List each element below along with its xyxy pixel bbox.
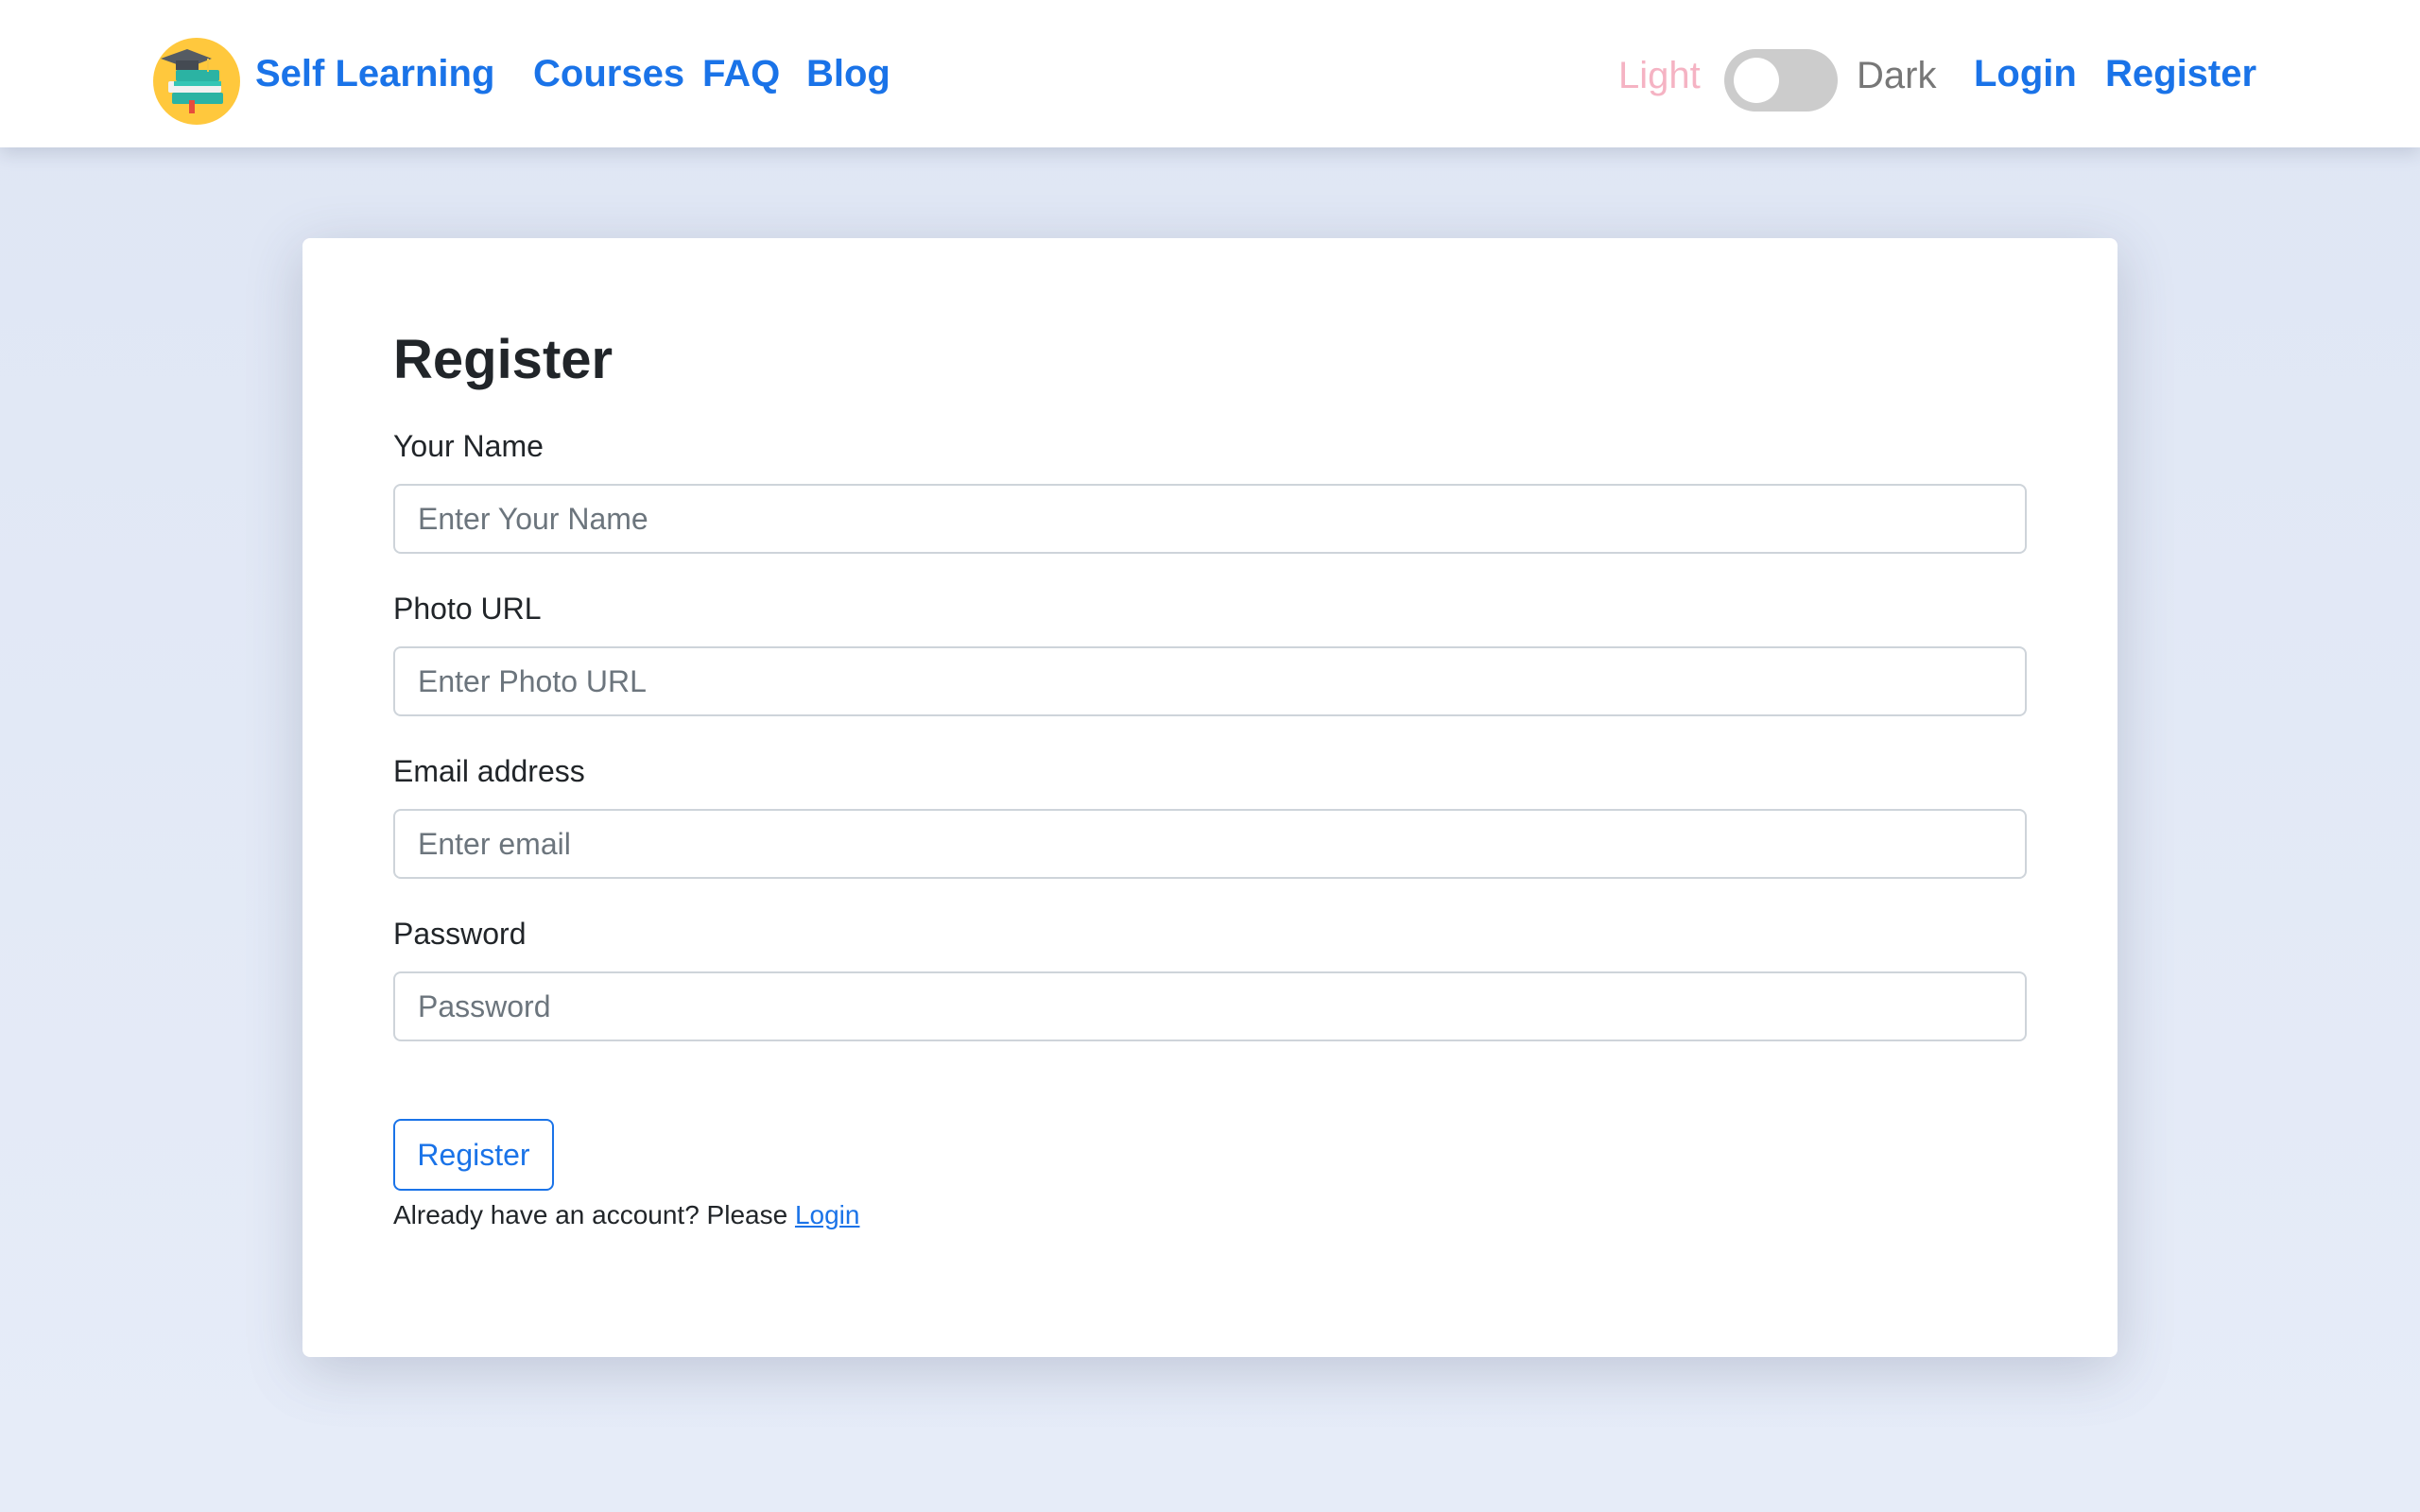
password-label: Password	[393, 917, 527, 951]
email-label: Email address	[393, 754, 585, 788]
photo-url-label: Photo URL	[393, 592, 542, 626]
login-link[interactable]: Login	[795, 1200, 860, 1229]
name-label: Your Name	[393, 429, 544, 463]
nav-link-faq[interactable]: FAQ	[702, 55, 780, 93]
brand-name[interactable]: Self Learning	[255, 55, 494, 93]
nav-link-register[interactable]: Register	[2105, 55, 2256, 93]
login-prompt-text: Already have an account? Please	[393, 1200, 788, 1229]
password-input[interactable]	[393, 971, 2027, 1041]
page-title: Register	[393, 329, 614, 390]
register-submit-button[interactable]: Register	[393, 1119, 554, 1191]
photo-url-input[interactable]	[393, 646, 2027, 716]
nav-link-login[interactable]: Login	[1974, 55, 2077, 93]
theme-dark-label: Dark	[1857, 55, 1937, 96]
theme-light-label: Light	[1618, 55, 1701, 96]
brand-logo-icon[interactable]	[153, 38, 240, 125]
register-card: Register Your Name Photo URL Email addre…	[302, 238, 2118, 1357]
nav-link-courses[interactable]: Courses	[533, 55, 684, 93]
top-navbar: Self Learning Courses FAQ Blog Light Dar…	[0, 0, 2420, 147]
login-prompt: Already have an account? Please Login	[393, 1202, 859, 1228]
email-input[interactable]	[393, 809, 2027, 879]
toggle-knob	[1734, 58, 1779, 103]
name-input[interactable]	[393, 484, 2027, 554]
nav-link-blog[interactable]: Blog	[806, 55, 890, 93]
theme-toggle-switch[interactable]	[1724, 49, 1838, 112]
